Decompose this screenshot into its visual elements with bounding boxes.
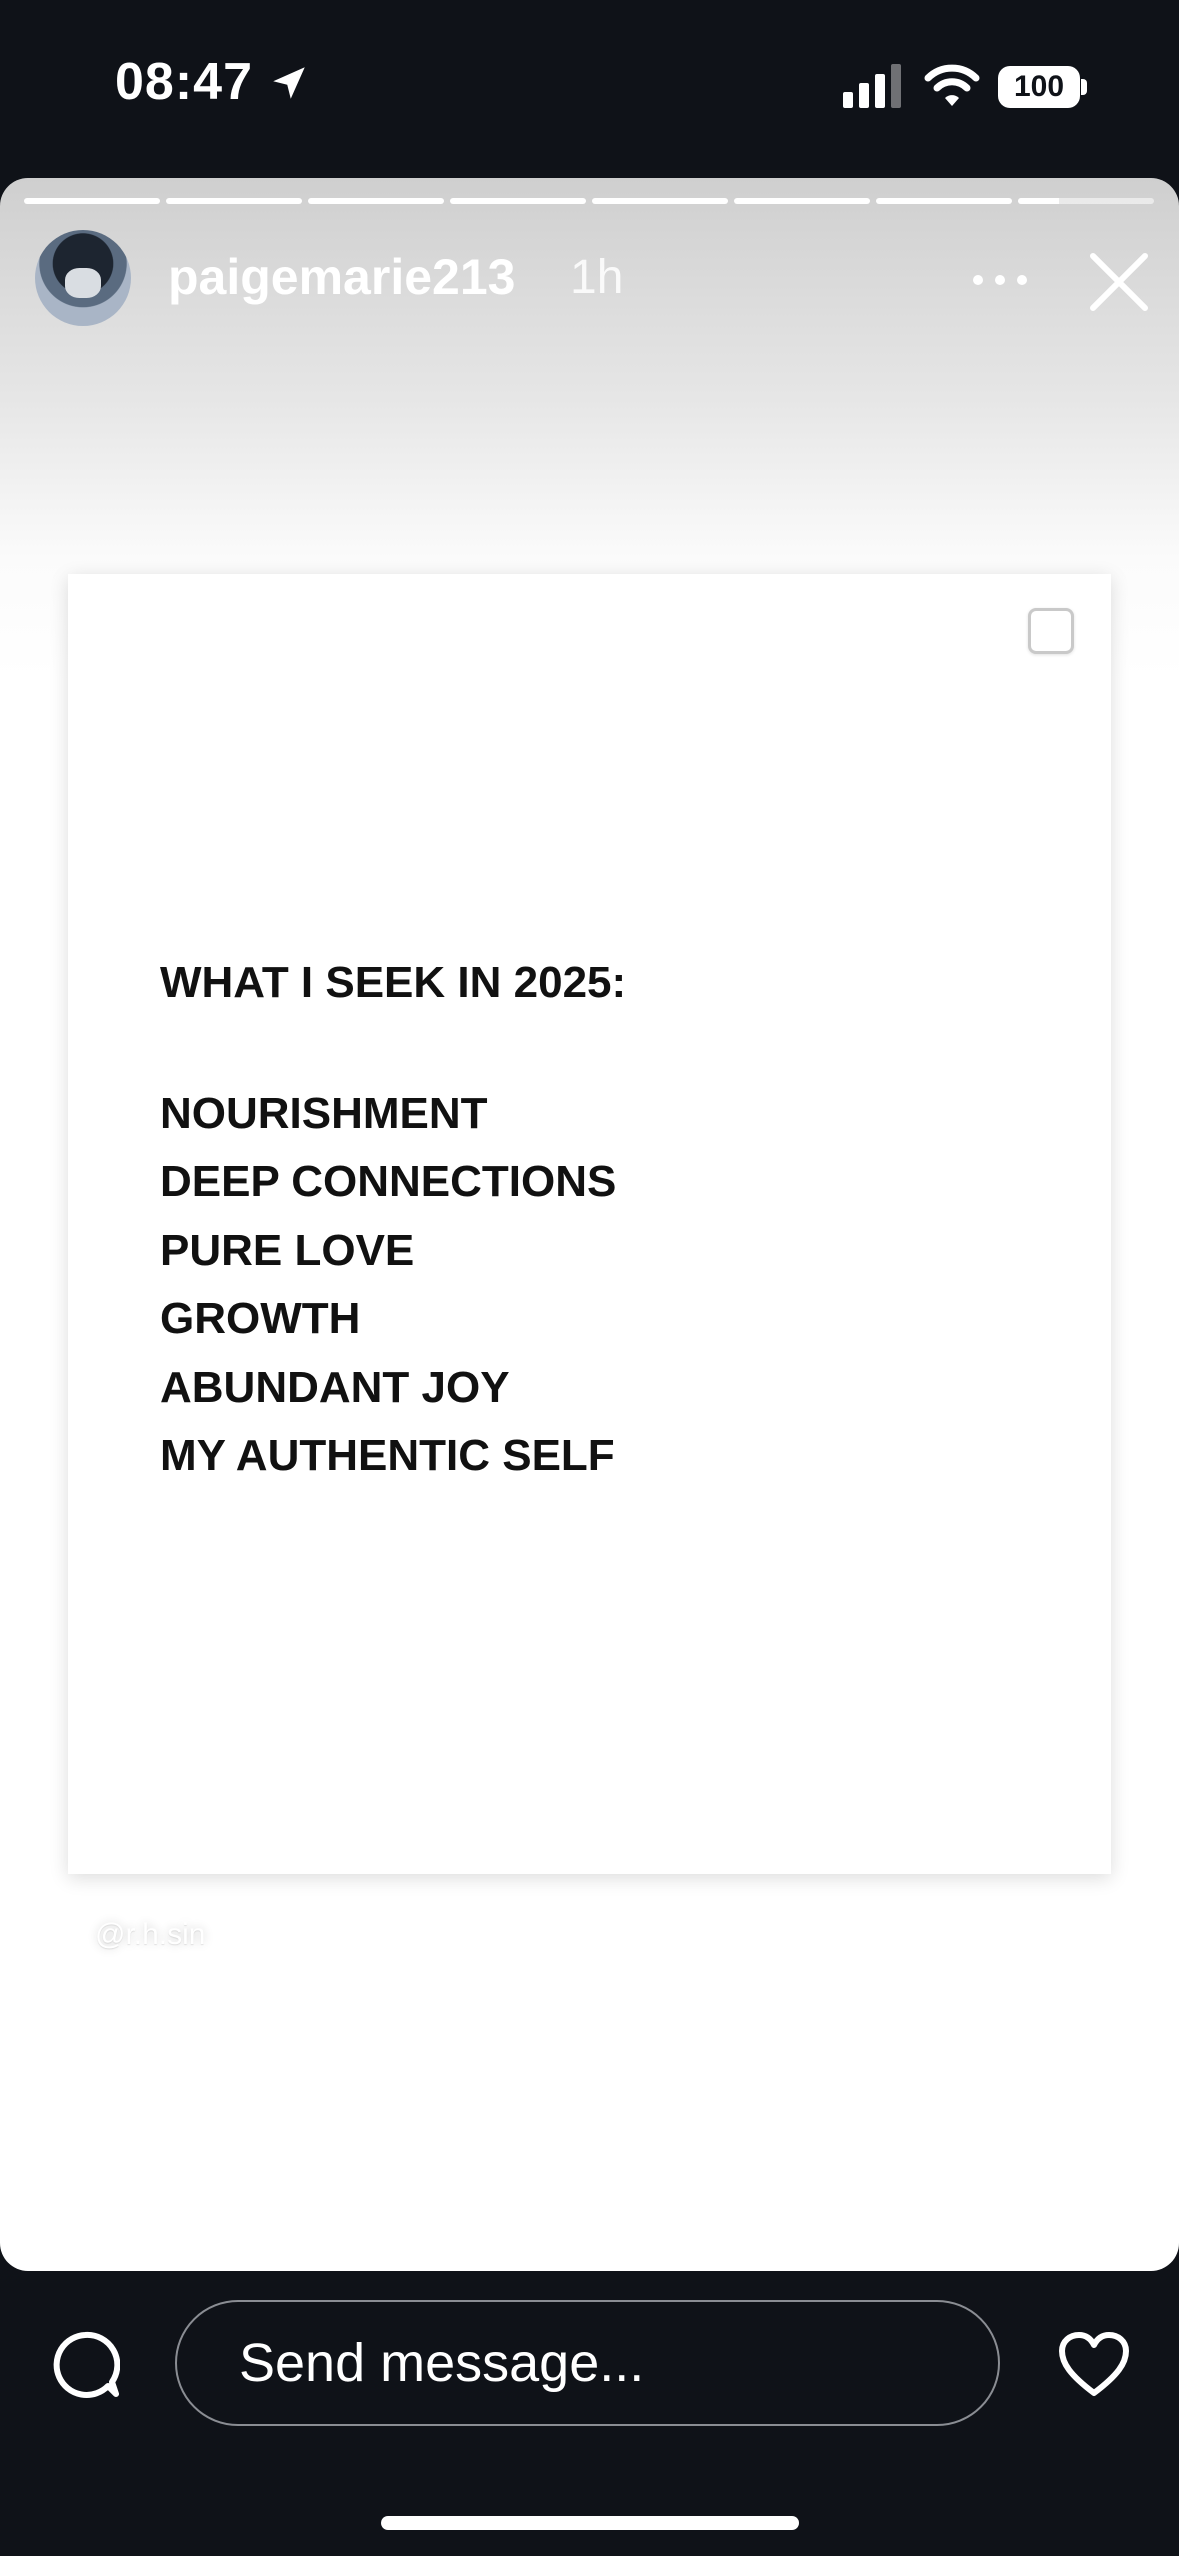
- progress-fill: [450, 198, 586, 204]
- progress-segment: [166, 198, 302, 204]
- close-icon[interactable]: [1087, 250, 1151, 314]
- progress-fill: [876, 198, 1012, 204]
- quote-title: WHAT I SEEK IN 2025:: [160, 958, 627, 1007]
- quote-text: WHAT I SEEK IN 2025: NOURISHMENT DEEP CO…: [160, 949, 626, 1491]
- battery-icon: 100: [998, 66, 1080, 108]
- progress-segment: [308, 198, 444, 204]
- quote-item: GROWTH: [160, 1294, 361, 1343]
- progress-fill: [592, 198, 728, 204]
- avatar[interactable]: [35, 230, 131, 326]
- heart-icon[interactable]: [1058, 2331, 1130, 2397]
- progress-fill: [1018, 198, 1059, 204]
- battery-nub: [1081, 79, 1087, 95]
- quote-item: ABUNDANT JOY: [160, 1362, 510, 1412]
- progress-segment: [876, 198, 1012, 204]
- quote-item: MY AUTHENTIC SELF: [160, 1431, 615, 1480]
- progress-fill: [166, 198, 302, 204]
- story-username[interactable]: paigemarie213: [168, 248, 515, 306]
- progress-segment: [24, 198, 160, 204]
- quote-item: PURE LOVE: [160, 1225, 415, 1275]
- wifi-icon: [924, 64, 980, 106]
- more-options-icon[interactable]: [970, 274, 1030, 286]
- quote-item: NOURISHMENT: [160, 1088, 488, 1138]
- chat-bubble-icon[interactable]: [50, 2330, 120, 2400]
- send-message-input[interactable]: [175, 2300, 1000, 2426]
- quote-item: DEEP CONNECTIONS: [160, 1157, 617, 1206]
- story-time-ago: 1h: [570, 251, 624, 304]
- progress-fill: [734, 198, 870, 204]
- progress-segment: [734, 198, 870, 204]
- progress-fill: [308, 198, 444, 204]
- battery-level: 100: [1013, 70, 1065, 103]
- story-view[interactable]: paigemarie213 1h WHAT I SEEK IN 2025: NO…: [0, 178, 1179, 2271]
- home-indicator[interactable]: [381, 2516, 799, 2530]
- status-bar: 08:47 100: [0, 0, 1179, 170]
- location-arrow-icon: [273, 67, 305, 99]
- avatar-face: [65, 268, 101, 298]
- story-image: WHAT I SEEK IN 2025: NOURISHMENT DEEP CO…: [68, 574, 1111, 1874]
- progress-fill: [24, 198, 160, 204]
- status-time: 08:47: [115, 53, 253, 111]
- story-progress-bar: [24, 198, 1154, 204]
- checkbox-icon: [1028, 608, 1074, 654]
- progress-segment: [450, 198, 586, 204]
- progress-segment: [1018, 198, 1154, 204]
- progress-segment: [592, 198, 728, 204]
- cellular-signal-icon: [843, 64, 901, 108]
- image-credit: @r.h.sin: [95, 1918, 206, 1951]
